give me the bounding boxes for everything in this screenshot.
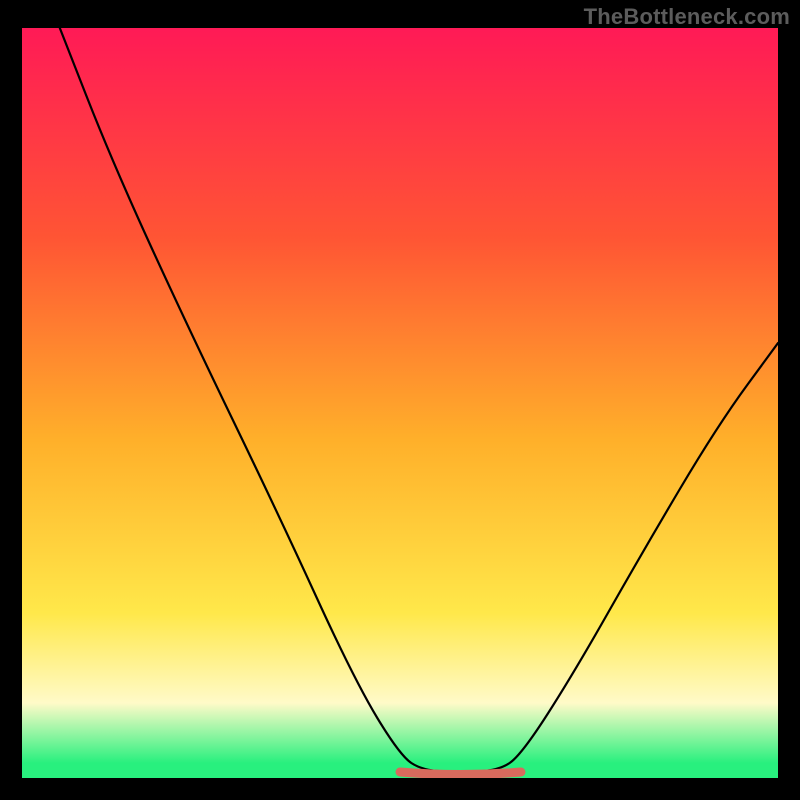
watermark-label: TheBottleneck.com (584, 4, 790, 30)
bottleneck-chart-svg (22, 28, 778, 778)
gradient-rect (22, 28, 778, 778)
optimal-range-highlight (400, 772, 521, 775)
chart-frame: TheBottleneck.com (0, 0, 800, 800)
plot-area (22, 28, 778, 778)
